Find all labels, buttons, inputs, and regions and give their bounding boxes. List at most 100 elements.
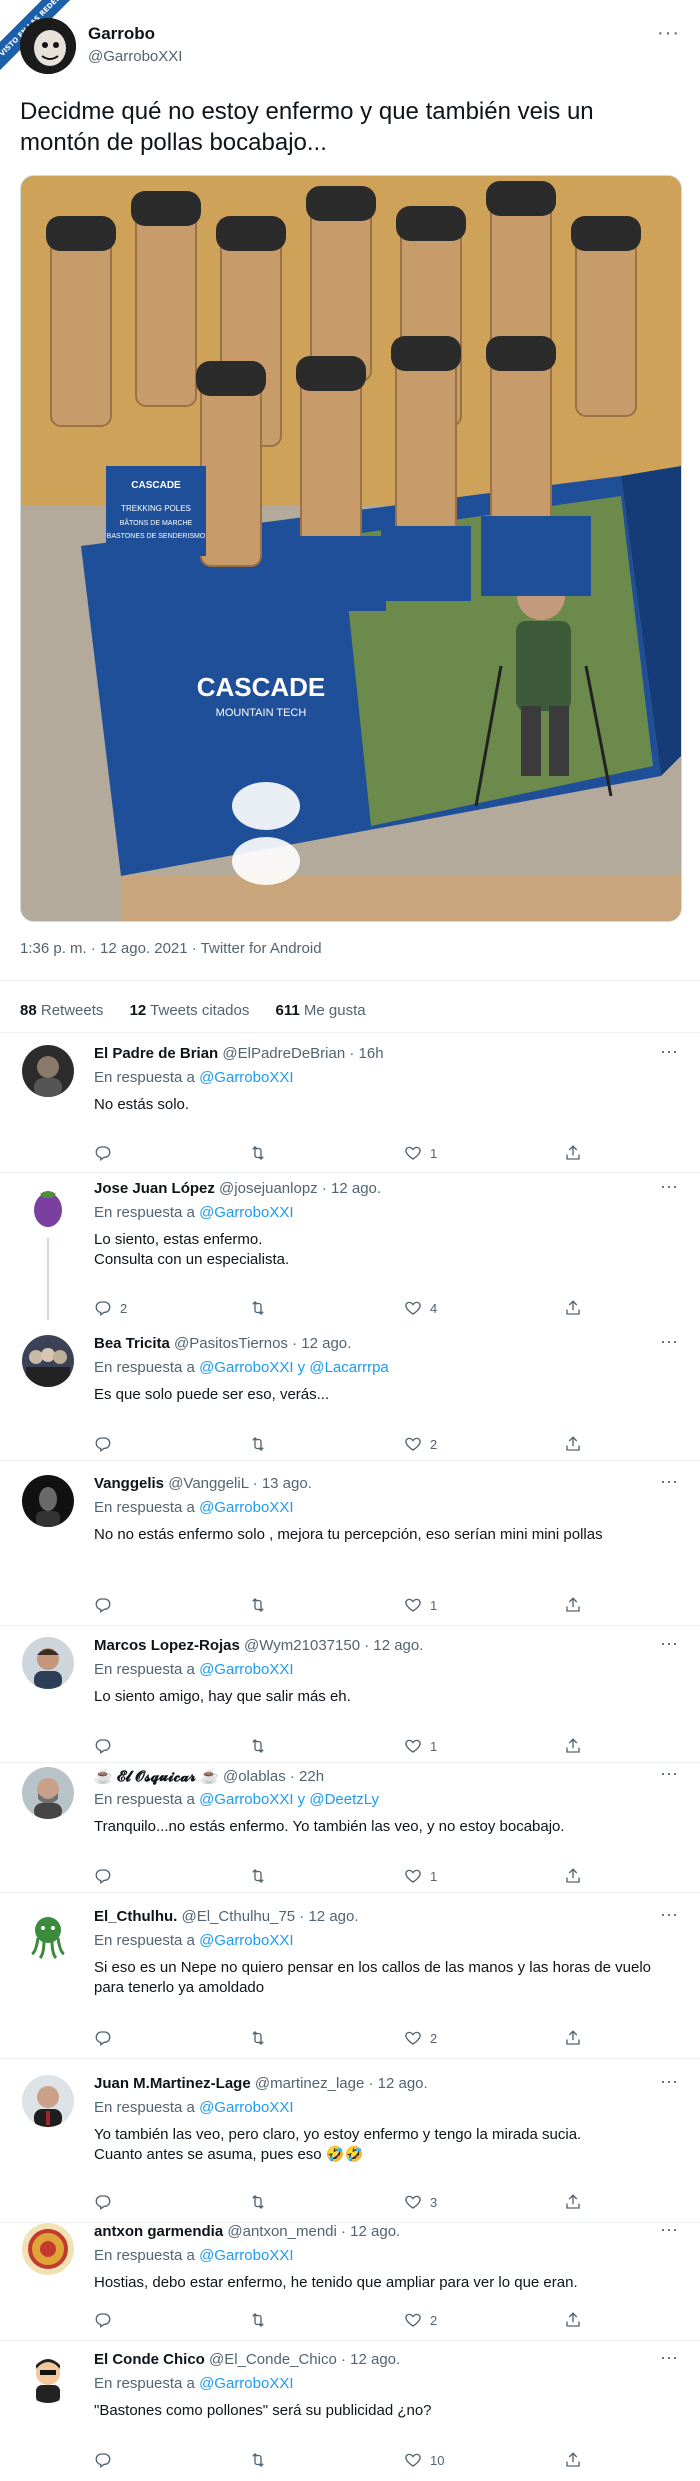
share-button[interactable] xyxy=(564,2192,582,2212)
like-button[interactable]: 10 xyxy=(404,2450,444,2470)
reply-author-name[interactable]: El Conde Chico xyxy=(94,2351,205,2368)
reply-button[interactable] xyxy=(94,1736,120,1756)
reply-author-name[interactable]: El Padre de Brian xyxy=(94,1045,218,1062)
reply-avatar[interactable] xyxy=(22,2351,74,2403)
reply-author-handle[interactable]: @martinez_lage · 12 ago. xyxy=(255,2075,428,2092)
reply-mention[interactable]: @GarroboXXI xyxy=(199,1204,293,1221)
reply-author-name[interactable]: Vanggelis xyxy=(94,1475,164,1492)
reply-button[interactable]: 2 xyxy=(94,1298,127,1318)
retweet-button[interactable] xyxy=(249,2028,275,2048)
likes-stat[interactable]: 611 Me gusta xyxy=(276,1002,366,1019)
reply-author-handle[interactable]: @VanggeliL · 13 ago. xyxy=(168,1475,312,1492)
reply-author-name[interactable]: Juan M.Martinez-Lage xyxy=(94,2075,251,2092)
reply-button[interactable] xyxy=(94,1866,120,1886)
reply-button[interactable] xyxy=(94,2310,120,2330)
reply-mention[interactable]: @GarroboXXI xyxy=(199,2247,293,2264)
reply-author-handle[interactable]: @ElPadreDeBrian · 16h xyxy=(222,1045,383,1062)
reply-avatar[interactable] xyxy=(22,1335,74,1387)
author-handle[interactable]: @GarroboXXI xyxy=(88,48,182,65)
like-button[interactable]: 2 xyxy=(404,2310,437,2330)
like-button[interactable]: 1 xyxy=(404,1736,437,1756)
reply-mention[interactable]: @GarroboXXI y @DeetzLy xyxy=(199,1791,379,1808)
reply-author-handle[interactable]: @El_Cthulhu_75 · 12 ago. xyxy=(182,1908,359,1925)
reply-author-name[interactable]: Jose Juan López xyxy=(94,1180,215,1197)
retweet-button[interactable] xyxy=(249,2310,275,2330)
like-button[interactable]: 1 xyxy=(404,1866,437,1886)
reply-author-handle[interactable]: @El_Conde_Chico · 12 ago. xyxy=(209,2351,400,2368)
reply-mention[interactable]: @GarroboXXI xyxy=(199,1661,293,1678)
reply-mention[interactable]: @GarroboXXI xyxy=(199,1499,293,1516)
reply-mention[interactable]: @GarroboXXI xyxy=(199,1932,293,1949)
reply-author-name[interactable]: ☕ 𝓔𝓵 𝓞𝓼𝓺𝓾𝓲𝓬𝓪𝓻 ☕ xyxy=(94,1768,219,1785)
share-button[interactable] xyxy=(564,2450,582,2470)
reply-author-handle[interactable]: @josejuanlopz · 12 ago. xyxy=(219,1180,381,1197)
more-options-icon[interactable]: ··· xyxy=(660,2347,678,2368)
reply-author-handle[interactable]: @Wym21037150 · 12 ago. xyxy=(244,1637,423,1654)
reply-header: El Padre de Brian @ElPadreDeBrian · 16h xyxy=(94,1045,384,1062)
reply-avatar[interactable] xyxy=(22,1180,74,1232)
more-options-icon[interactable]: ··· xyxy=(660,1633,678,1654)
like-button[interactable]: 2 xyxy=(404,2028,437,2048)
retweet-button[interactable] xyxy=(249,1736,275,1756)
reply-mention[interactable]: @GarroboXXI xyxy=(199,2099,293,2116)
reply-button[interactable] xyxy=(94,2192,120,2212)
reply-avatar[interactable] xyxy=(22,1475,74,1527)
reply-author-name[interactable]: Bea Tricita xyxy=(94,1335,170,1352)
reply-button[interactable] xyxy=(94,2450,120,2470)
retweet-button[interactable] xyxy=(249,1143,275,1163)
reply-author-name[interactable]: Marcos Lopez-Rojas xyxy=(94,1637,240,1654)
like-button[interactable]: 1 xyxy=(404,1143,437,1163)
reply-author-handle[interactable]: @PasitosTiernos · 12 ago. xyxy=(174,1335,351,1352)
retweet-button[interactable] xyxy=(249,1434,275,1454)
share-button[interactable] xyxy=(564,1595,582,1615)
like-button[interactable]: 3 xyxy=(404,2192,437,2212)
reply-author-handle[interactable]: @antxon_mendi · 12 ago. xyxy=(227,2223,400,2240)
share-button[interactable] xyxy=(564,1434,582,1454)
reply-mention[interactable]: @GarroboXXI xyxy=(199,1069,293,1086)
retweet-button[interactable] xyxy=(249,2450,275,2470)
retweets-stat[interactable]: 88 Retweets xyxy=(20,1002,103,1019)
tweet-timestamp[interactable]: 1:36 p. m. · 12 ago. 2021 · Twitter for … xyxy=(20,940,322,957)
reply-author-name[interactable]: antxon garmendia xyxy=(94,2223,223,2240)
reply-avatar[interactable] xyxy=(22,2075,74,2127)
share-button[interactable] xyxy=(564,1736,582,1756)
more-options-icon[interactable]: ··· xyxy=(660,2071,678,2092)
retweet-button[interactable] xyxy=(249,1866,275,1886)
share-button[interactable] xyxy=(564,1866,582,1886)
tweet-photo[interactable]: CASCADE TREKKING POLES BÂTONS DE MARCHE … xyxy=(20,175,682,922)
share-button[interactable] xyxy=(564,1298,582,1318)
reply-avatar[interactable] xyxy=(22,1045,74,1097)
more-options-icon[interactable]: ··· xyxy=(657,22,680,45)
share-button[interactable] xyxy=(564,1143,582,1163)
reply-button[interactable] xyxy=(94,1143,120,1163)
retweet-button[interactable] xyxy=(249,1595,275,1615)
like-button[interactable]: 4 xyxy=(404,1298,437,1318)
retweet-button[interactable] xyxy=(249,1298,275,1318)
quotes-stat[interactable]: 12 Tweets citados xyxy=(130,1002,250,1019)
reply-author-handle[interactable]: @olablas · 22h xyxy=(223,1768,324,1785)
like-button[interactable]: 1 xyxy=(404,1595,437,1615)
more-options-icon[interactable]: ··· xyxy=(660,1471,678,1492)
reply-avatar[interactable] xyxy=(22,2223,74,2275)
more-options-icon[interactable]: ··· xyxy=(660,1176,678,1197)
share-button[interactable] xyxy=(564,2028,582,2048)
author-name[interactable]: Garrobo xyxy=(88,24,155,44)
share-button[interactable] xyxy=(564,2310,582,2330)
more-options-icon[interactable]: ··· xyxy=(660,1041,678,1062)
reply-avatar[interactable] xyxy=(22,1908,74,1960)
like-button[interactable]: 2 xyxy=(404,1434,437,1454)
reply-avatar[interactable] xyxy=(22,1637,74,1689)
more-options-icon[interactable]: ··· xyxy=(660,1763,678,1784)
reply-button[interactable] xyxy=(94,2028,120,2048)
reply-mention[interactable]: @GarroboXXI xyxy=(199,2375,293,2392)
author-avatar[interactable] xyxy=(20,18,76,74)
more-options-icon[interactable]: ··· xyxy=(660,2219,678,2240)
reply-button[interactable] xyxy=(94,1434,120,1454)
reply-avatar[interactable] xyxy=(22,1767,74,1819)
more-options-icon[interactable]: ··· xyxy=(660,1904,678,1925)
retweet-button[interactable] xyxy=(249,2192,275,2212)
reply-mention[interactable]: @GarroboXXI y @Lacarrrpa xyxy=(199,1359,389,1376)
reply-button[interactable] xyxy=(94,1595,120,1615)
reply-author-name[interactable]: El_Cthulhu. xyxy=(94,1908,177,1925)
more-options-icon[interactable]: ··· xyxy=(660,1331,678,1352)
